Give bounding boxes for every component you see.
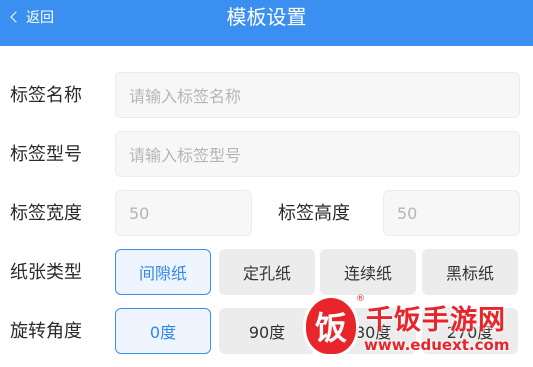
label-height-input[interactable]: 50: [383, 190, 520, 236]
label-height-value: 50: [397, 203, 418, 223]
label-width-label: 标签宽度: [10, 203, 82, 224]
label-width-value: 50: [129, 203, 150, 223]
rotation-option-0[interactable]: 0度: [115, 308, 211, 354]
row-paper-type: 纸张类型 间隙纸 定孔纸 连续纸 黑标纸: [0, 249, 533, 297]
watermark-site-name: 千饭手游网: [366, 305, 506, 336]
watermark-registered-mark: ®: [356, 294, 365, 304]
row-label-model: 标签型号 请输入标签型号: [0, 131, 533, 179]
label-model-placeholder: 请输入标签型号: [129, 146, 242, 165]
watermark: 饭 ® 千饭手游网 www.eduext.com: [300, 292, 533, 367]
label-name-input[interactable]: 请输入标签名称: [115, 72, 520, 118]
paper-type-option-hole[interactable]: 定孔纸: [219, 249, 315, 295]
rotation-label: 旋转角度: [10, 321, 82, 342]
watermark-logo-icon: 饭: [306, 298, 356, 354]
label-name-placeholder: 请输入标签名称: [129, 87, 242, 106]
paper-type-option-continuous[interactable]: 连续纸: [320, 249, 416, 295]
watermark-url: www.eduext.com: [364, 336, 510, 354]
row-label-size: 标签宽度 50 标签高度 50: [0, 190, 533, 238]
label-width-input[interactable]: 50: [115, 190, 252, 236]
row-label-name: 标签名称 请输入标签名称: [0, 72, 533, 120]
paper-type-option-black-mark[interactable]: 黑标纸: [422, 249, 518, 295]
label-model-label: 标签型号: [10, 144, 82, 165]
label-height-label: 标签高度: [278, 203, 350, 224]
paper-type-option-gap[interactable]: 间隙纸: [115, 249, 211, 295]
label-model-input[interactable]: 请输入标签型号: [115, 131, 520, 177]
label-name-label: 标签名称: [10, 85, 82, 106]
page-title: 模板设置: [226, 5, 307, 29]
top-bar: 返回 模板设置: [0, 0, 533, 46]
paper-type-label: 纸张类型: [10, 262, 82, 283]
